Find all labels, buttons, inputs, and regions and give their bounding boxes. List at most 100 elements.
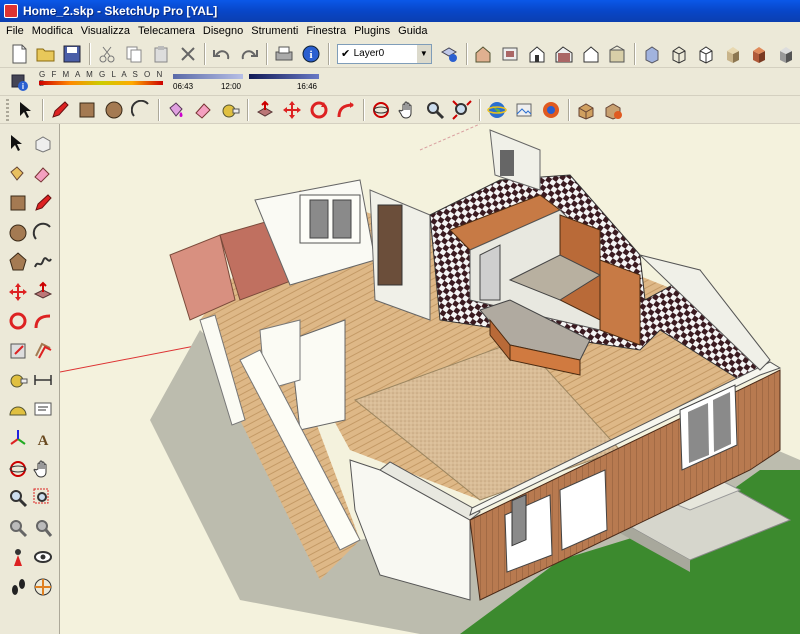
circle-icon[interactable] [6,221,30,245]
menu-visualizza[interactable]: Visualizza [77,25,134,37]
orbit-icon[interactable] [6,457,30,481]
eraser-icon[interactable] [190,97,216,123]
left-view-icon[interactable] [605,41,631,67]
layer-check: ✔ [340,48,351,60]
shaded-icon[interactable] [720,41,746,67]
new-file-icon[interactable] [6,41,32,67]
undo-icon[interactable] [209,41,235,67]
rectangle-icon[interactable] [74,97,100,123]
date-slider-track[interactable] [39,80,163,85]
date-slider[interactable]: G F M A M G L A S O N D [39,70,169,94]
circle-icon[interactable] [101,97,127,123]
layers-icon[interactable] [436,41,462,67]
menu-plugins[interactable]: Plugins [350,25,394,37]
rectangle-icon[interactable] [6,191,30,215]
select-icon[interactable] [6,132,30,156]
orbit-icon[interactable] [368,97,394,123]
menu-modifica[interactable]: Modifica [28,25,77,37]
arc-icon[interactable] [128,97,154,123]
menu-file[interactable]: File [2,25,28,37]
shadow-settings-icon[interactable]: i [6,69,32,95]
open-folder-icon[interactable] [33,41,59,67]
save-icon[interactable] [60,41,86,67]
copy-icon[interactable] [121,41,147,67]
top-view-icon[interactable] [497,41,523,67]
3d-text-icon[interactable]: A [31,427,55,451]
paint-bucket-icon[interactable] [163,97,189,123]
freehand-icon[interactable] [31,250,55,274]
push-pull-icon[interactable] [252,97,278,123]
layer-dropdown[interactable]: ✔ Layer0 ▼ [336,43,432,64]
menu-disegno[interactable]: Disegno [199,25,247,37]
zoom-window-icon[interactable] [31,486,55,510]
pan-icon[interactable] [395,97,421,123]
cut-icon[interactable] [94,41,120,67]
menu-telecamera[interactable]: Telecamera [134,25,199,37]
follow-me-icon[interactable] [333,97,359,123]
pencil-icon[interactable] [47,97,73,123]
look-around-icon[interactable] [31,545,55,569]
follow-me-icon[interactable] [31,309,55,333]
wireframe-icon[interactable] [666,41,692,67]
photo-texture-icon[interactable] [511,97,537,123]
next-view-icon[interactable] [31,516,55,540]
select-icon[interactable] [12,97,38,123]
walk-icon[interactable] [6,575,30,599]
erase-icon[interactable] [175,41,201,67]
rotate-icon[interactable] [306,97,332,123]
google-earth-icon[interactable] [484,97,510,123]
model-viewport[interactable] [60,124,800,634]
push-pull-icon[interactable] [31,280,55,304]
zoom-extents-icon[interactable] [449,97,475,123]
menu-finestra[interactable]: Finestra [302,25,350,37]
toolbar-separator [327,42,330,65]
print-icon[interactable] [271,41,297,67]
model-info-icon[interactable]: i [298,41,324,67]
menu-strumenti[interactable]: Strumenti [247,25,302,37]
zoom-icon[interactable] [6,486,30,510]
menu-guida[interactable]: Guida [394,25,431,37]
chevron-down-icon[interactable]: ▼ [416,44,431,63]
share-component-icon[interactable] [600,97,626,123]
protractor-icon[interactable] [6,398,30,422]
tape-measure-icon[interactable] [6,368,30,392]
arc-icon[interactable] [31,221,55,245]
line-icon[interactable] [31,191,55,215]
svg-text:i: i [309,49,312,61]
eraser-icon[interactable] [31,162,55,186]
scale-icon[interactable] [6,339,30,363]
redo-icon[interactable] [236,41,262,67]
hidden-line-icon[interactable] [693,41,719,67]
shaded-texture-icon[interactable] [746,41,772,67]
paint-bucket-icon[interactable] [6,162,30,186]
component-icon[interactable] [573,97,599,123]
iso-view-icon[interactable] [471,41,497,67]
tape-measure-icon[interactable] [217,97,243,123]
xray-icon[interactable] [639,41,665,67]
time-slider-track[interactable] [173,73,243,79]
polygon-icon[interactable] [6,250,30,274]
toolbar-grip[interactable] [6,98,9,121]
warehouse-icon[interactable] [538,97,564,123]
back-view-icon[interactable] [578,41,604,67]
time-slider-end[interactable]: 16:46 [249,70,321,94]
time-slider[interactable]: 06:43 12:00 [173,70,245,94]
monochrome-icon[interactable] [773,41,799,67]
move-icon[interactable] [6,280,30,304]
pan-icon[interactable] [31,457,55,481]
dimension-icon[interactable] [31,368,55,392]
move-icon[interactable] [279,97,305,123]
front-view-icon[interactable] [524,41,550,67]
previous-view-icon[interactable] [6,516,30,540]
position-camera-icon[interactable] [6,545,30,569]
zoom-icon[interactable] [422,97,448,123]
rotate-icon[interactable] [6,309,30,333]
offset-icon[interactable] [31,339,55,363]
right-view-icon[interactable] [551,41,577,67]
make-component-icon[interactable] [31,132,55,156]
text-icon[interactable] [31,398,55,422]
section-plane-icon[interactable] [31,575,55,599]
time-end-track[interactable] [249,73,319,79]
paste-icon[interactable] [148,41,174,67]
axes-icon[interactable] [6,427,30,451]
